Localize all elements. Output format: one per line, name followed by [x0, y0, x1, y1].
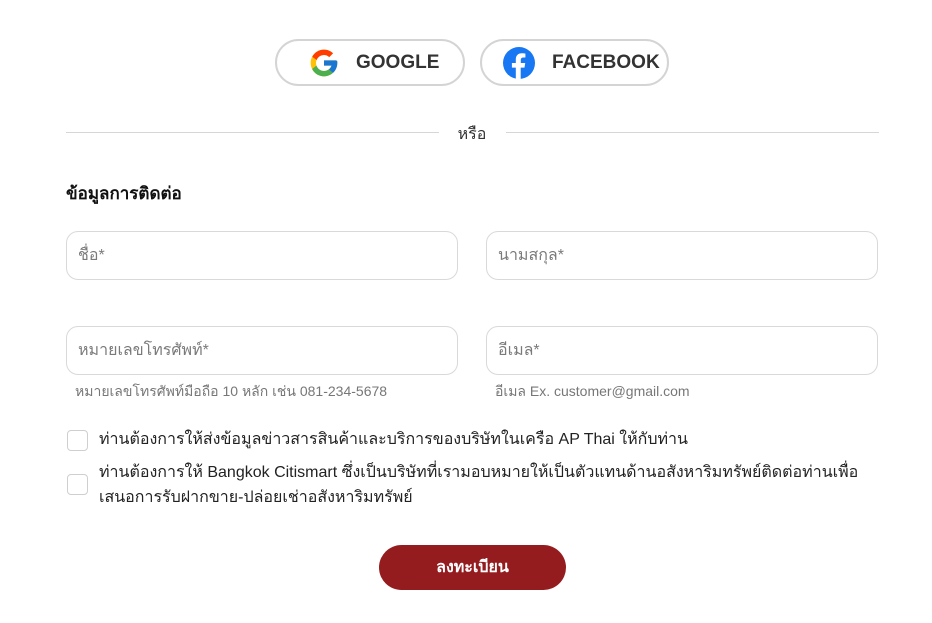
facebook-icon [503, 46, 535, 79]
email-hint: อีเมล Ex. customer@gmail.com [495, 383, 690, 399]
register-button[interactable]: ลงทะเบียน [379, 545, 566, 590]
contact-section-title: ข้อมูลการติดต่อ [66, 184, 182, 203]
consent-agent-label: ท่านต้องการให้ Bangkok Citismart ซึ่งเป็… [99, 464, 859, 506]
google-icon [308, 47, 340, 79]
facebook-button-label: FACEBOOK [552, 51, 660, 73]
facebook-login-button[interactable]: FACEBOOK [480, 39, 669, 86]
google-button-label: GOOGLE [356, 51, 440, 73]
divider-or-text: หรือ [457, 126, 487, 143]
google-login-button[interactable]: GOOGLE [275, 39, 465, 86]
email-placeholder: อีเมล* [498, 342, 540, 359]
phone-placeholder: หมายเลขโทรศัพท์* [78, 342, 209, 359]
consent-news-checkbox[interactable] [67, 430, 88, 451]
first-name-placeholder: ชื่อ* [78, 247, 105, 264]
phone-field[interactable]: หมายเลขโทรศัพท์* [66, 326, 458, 375]
consent-agent-checkbox[interactable] [67, 474, 88, 495]
last-name-field[interactable]: นามสกุล* [486, 231, 878, 280]
last-name-placeholder: นามสกุล* [498, 247, 564, 264]
divider-line-left [66, 132, 439, 133]
first-name-field[interactable]: ชื่อ* [66, 231, 458, 280]
email-field[interactable]: อีเมล* [486, 326, 878, 375]
consent-news-label: ท่านต้องการให้ส่งข้อมูลข่าวสารสินค้าและบ… [99, 431, 688, 448]
phone-hint: หมายเลขโทรศัพท์มือถือ 10 หลัก เช่น 081-2… [75, 383, 388, 399]
divider-line-right [506, 132, 879, 133]
